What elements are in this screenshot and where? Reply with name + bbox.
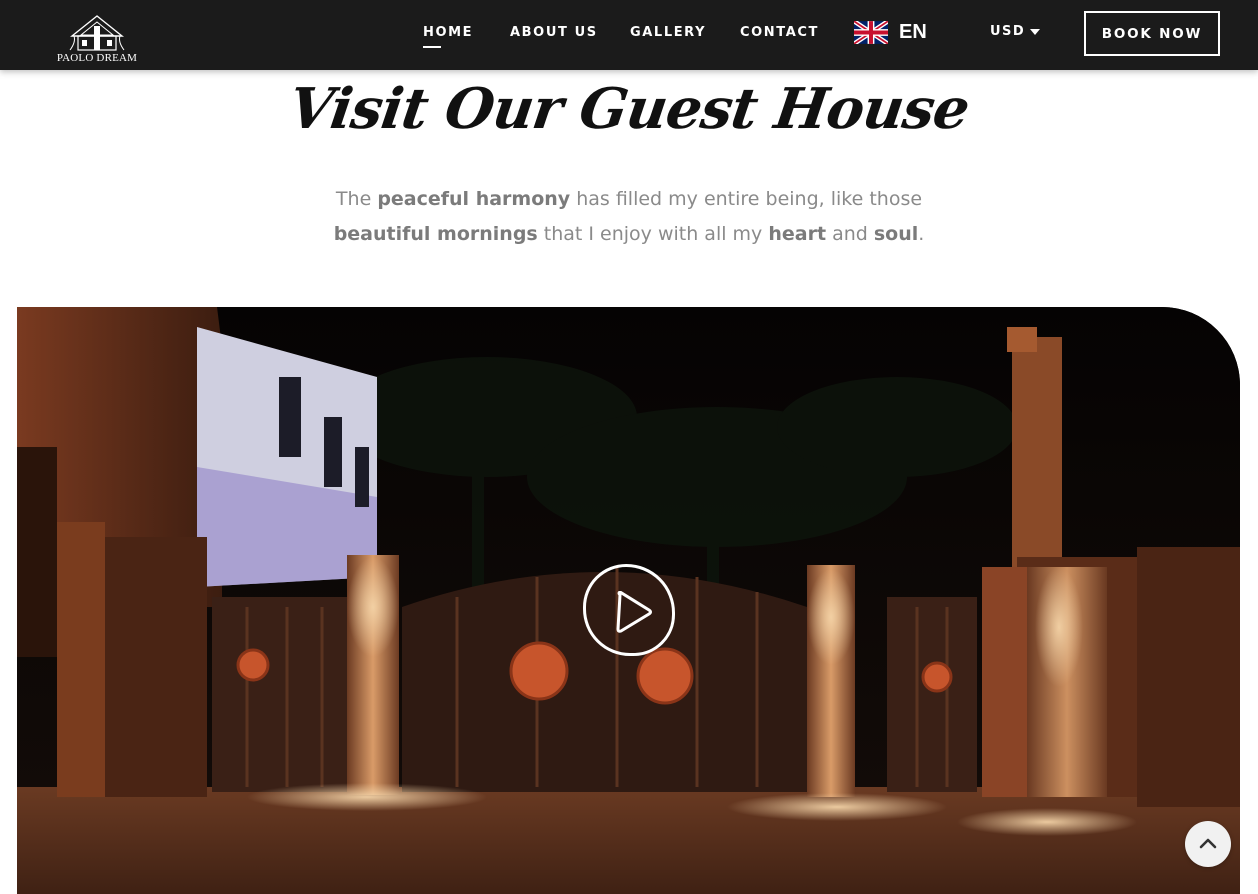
intro-text-part: that I enjoy with all my (537, 223, 769, 245)
logo-text: PAOLO DREAM (56, 52, 138, 64)
site-header: PAOLO DREAM HOME ABOUT US GALLERY CONTAC… (0, 0, 1258, 70)
caret-down-icon (1030, 29, 1040, 35)
house-logo-icon (69, 15, 125, 51)
site-logo[interactable]: PAOLO DREAM (50, 14, 144, 66)
intro-text-part: The (335, 188, 378, 210)
currency-selector[interactable]: USD (990, 24, 1040, 39)
play-icon (616, 591, 652, 633)
language-code: EN (899, 21, 927, 43)
currency-label: USD (990, 24, 1026, 39)
intro-text-part: and (826, 223, 874, 245)
uk-flag-icon (854, 21, 888, 44)
video-thumbnail[interactable] (17, 307, 1240, 894)
nav-about-us[interactable]: ABOUT US (510, 25, 598, 40)
intro-text-part: . (918, 223, 925, 245)
book-now-button[interactable]: BOOK NOW (1084, 11, 1220, 56)
intro-highlight: heart (768, 223, 827, 245)
nav-gallery[interactable]: GALLERY (630, 25, 706, 40)
intro-highlight: beautiful mornings (333, 223, 538, 245)
chevron-up-icon (1199, 838, 1217, 849)
play-video-button[interactable] (583, 564, 675, 656)
nav-home[interactable]: HOME (423, 25, 473, 48)
intro-text-part: has filled my entire being, like those (570, 188, 923, 210)
nav-contact[interactable]: CONTACT (740, 25, 819, 40)
intro-highlight: peaceful harmony (377, 188, 571, 210)
back-to-top-button[interactable] (1185, 821, 1231, 867)
intro-text: The peaceful harmony has filled my entir… (290, 182, 968, 252)
section-title: Visit Our Guest House (285, 76, 973, 142)
intro-highlight: soul (873, 223, 919, 245)
